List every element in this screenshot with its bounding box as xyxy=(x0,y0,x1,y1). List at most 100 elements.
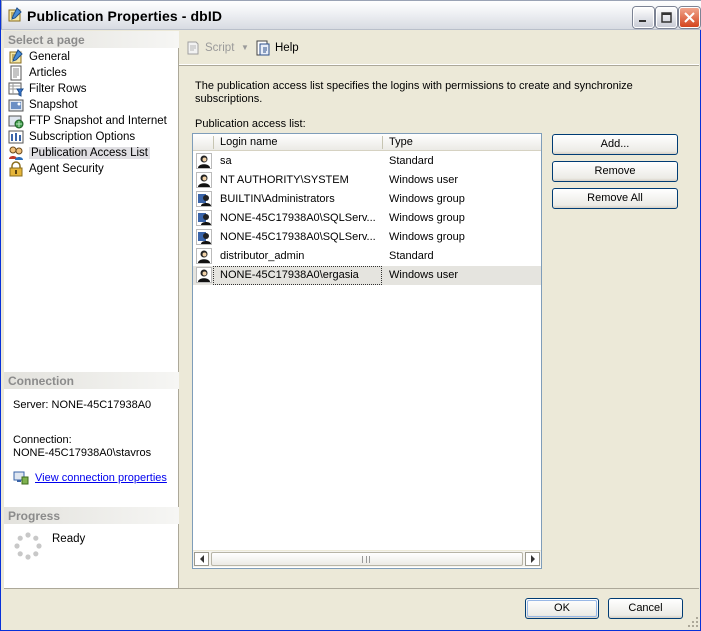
scroll-left-button[interactable] xyxy=(194,552,209,566)
page-label: Snapshot xyxy=(29,99,78,111)
scrollbar-thumb[interactable] xyxy=(211,552,523,566)
login-type: Standard xyxy=(389,250,434,262)
connection-properties-icon xyxy=(13,471,29,485)
help-icon xyxy=(256,40,270,56)
table-row[interactable]: distributor_admin Standard xyxy=(193,247,541,266)
resize-grip-icon[interactable] xyxy=(687,616,699,628)
progress-status: Ready xyxy=(52,533,86,545)
login-name: BUILTIN\Administrators xyxy=(220,193,335,205)
users-icon xyxy=(9,146,23,160)
page-label: Subscription Options xyxy=(29,131,136,143)
page-ftp-snapshot[interactable]: FTP Snapshot and Internet xyxy=(8,113,167,129)
page-label: Publication Access List xyxy=(29,147,150,159)
options-icon xyxy=(8,130,24,144)
page-subscription-options[interactable]: Subscription Options xyxy=(8,129,135,145)
page-filter-rows[interactable]: Filter Rows xyxy=(8,81,87,97)
connection-value: NONE-45C17938A0\stavros xyxy=(13,447,152,459)
scroll-right-button[interactable] xyxy=(525,552,540,566)
page-publication-access-list[interactable]: Publication Access List xyxy=(8,145,150,161)
script-dropdown-icon[interactable]: ▼ xyxy=(241,43,249,52)
access-list-grid[interactable]: Login name Type sa Standard NT AUTHORITY… xyxy=(192,133,542,569)
user-icon xyxy=(196,267,212,283)
login-type: Windows user xyxy=(389,174,459,186)
login-name: sa xyxy=(220,155,232,167)
page-snapshot[interactable]: Snapshot xyxy=(8,97,78,113)
chevron-left-icon xyxy=(199,555,204,563)
remove-all-button[interactable]: Remove All xyxy=(552,188,678,209)
connection-header: Connection xyxy=(4,372,179,389)
login-type: Windows group xyxy=(389,231,465,243)
page-label: General xyxy=(29,51,70,63)
add-button[interactable]: Add... xyxy=(552,134,678,155)
title-bar[interactable]: Publication Properties - dbID xyxy=(1,0,701,30)
help-label: Help xyxy=(275,42,299,54)
login-type: Windows user xyxy=(389,269,459,281)
script-icon xyxy=(187,41,199,55)
login-name: NONE-45C17938A0\SQLServ... xyxy=(220,212,376,224)
progress-spinner-icon xyxy=(14,532,42,560)
filter-icon xyxy=(8,82,24,97)
login-type: Standard xyxy=(389,155,434,167)
page-label: Articles xyxy=(29,67,67,79)
view-connection-properties-link[interactable]: View connection properties xyxy=(35,472,167,484)
window-title: Publication Properties - dbID xyxy=(27,8,223,24)
page-agent-security[interactable]: Agent Security xyxy=(8,161,104,177)
right-pane: Script ▼ Help The publication access lis… xyxy=(179,31,699,588)
column-separator[interactable] xyxy=(213,136,214,149)
lock-icon xyxy=(9,161,23,177)
user-icon xyxy=(196,172,212,188)
table-row[interactable]: NONE-45C17938A0\SQLServ... Windows group xyxy=(193,209,541,228)
table-row[interactable]: NONE-45C17938A0\SQLServ... Windows group xyxy=(193,228,541,247)
ok-button[interactable]: OK xyxy=(525,598,599,619)
page-label: Filter Rows xyxy=(29,83,87,95)
login-name: NT AUTHORITY\SYSTEM xyxy=(220,174,349,186)
login-name: distributor_admin xyxy=(220,250,305,262)
snapshot-icon xyxy=(8,99,24,112)
chevron-right-icon xyxy=(530,555,535,563)
close-icon xyxy=(684,12,695,23)
description-text: The publication access list specifies th… xyxy=(195,80,633,105)
horizontal-scrollbar[interactable] xyxy=(193,550,541,567)
table-row[interactable]: sa Standard xyxy=(193,152,541,171)
column-login-name[interactable]: Login name xyxy=(220,136,278,148)
table-row[interactable]: NONE-45C17938A0\ergasia Windows user xyxy=(193,266,541,285)
progress-header: Progress xyxy=(4,507,179,524)
table-row[interactable]: BUILTIN\Administrators Windows group xyxy=(193,190,541,209)
column-type[interactable]: Type xyxy=(389,136,413,148)
close-button[interactable] xyxy=(679,7,700,28)
document-icon xyxy=(10,65,22,81)
group-icon xyxy=(196,210,212,226)
view-connection-properties[interactable]: View connection properties xyxy=(13,470,167,486)
script-label: Script xyxy=(205,42,235,54)
column-separator[interactable] xyxy=(382,136,383,149)
page-label: Agent Security xyxy=(29,163,104,175)
group-icon xyxy=(196,229,212,245)
login-name: NONE-45C17938A0\SQLServ... xyxy=(220,231,376,243)
grip-icon xyxy=(362,556,370,563)
maximize-icon xyxy=(661,12,672,23)
server-text: Server: NONE-45C17938A0 xyxy=(13,399,152,411)
page-general[interactable]: General xyxy=(8,49,70,65)
cancel-button[interactable]: Cancel xyxy=(608,598,683,619)
minimize-button[interactable] xyxy=(633,7,654,28)
remove-button[interactable]: Remove xyxy=(552,161,678,182)
footer-divider xyxy=(4,588,699,589)
grid-header: Login name Type xyxy=(193,134,541,151)
maximize-button[interactable] xyxy=(656,7,677,28)
left-pane: Select a page General Articles Filter Ro… xyxy=(4,31,179,588)
user-icon xyxy=(196,248,212,264)
connection-label: Connection: xyxy=(13,434,72,446)
ftp-icon xyxy=(8,115,24,129)
publication-properties-window: Publication Properties - dbID Select a p… xyxy=(0,0,701,631)
login-name: NONE-45C17938A0\ergasia xyxy=(220,269,359,281)
page-articles[interactable]: Articles xyxy=(8,65,67,81)
login-type: Windows group xyxy=(389,212,465,224)
login-type: Windows group xyxy=(389,193,465,205)
script-button[interactable]: Script xyxy=(185,40,234,56)
minimize-icon xyxy=(639,20,646,22)
table-row[interactable]: NT AUTHORITY\SYSTEM Windows user xyxy=(193,171,541,190)
group-icon xyxy=(196,191,212,207)
toolbar: Script ▼ Help xyxy=(179,31,699,65)
user-icon xyxy=(196,153,212,169)
help-button[interactable]: Help xyxy=(255,40,299,56)
